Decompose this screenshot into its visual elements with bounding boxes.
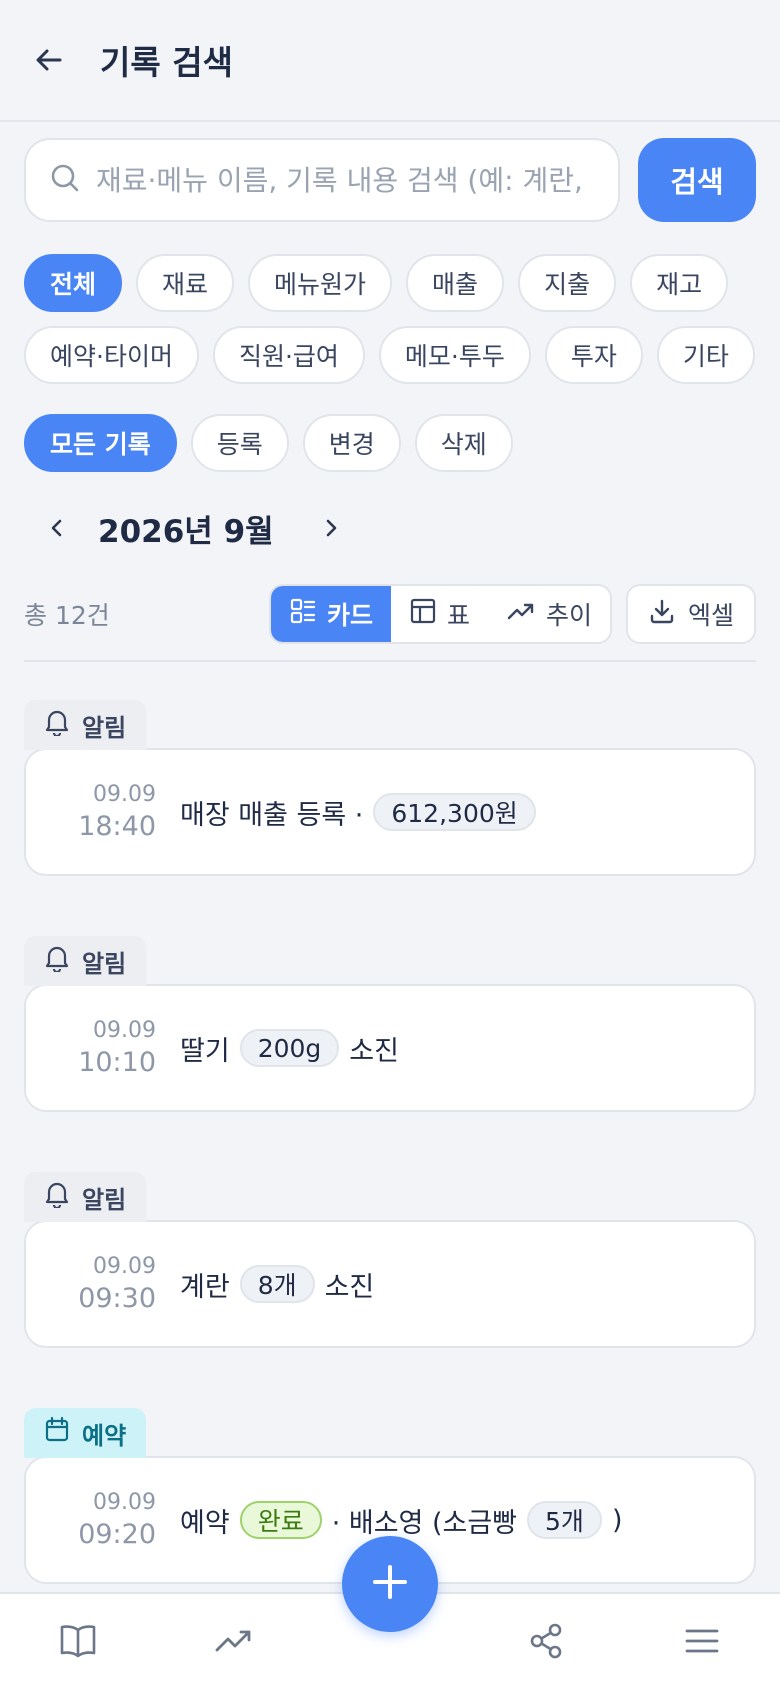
record-text-suffix: 소진 xyxy=(349,1035,399,1067)
month-label: 2026년 9월 xyxy=(98,513,274,550)
category-chip-sales[interactable]: 매출 xyxy=(406,254,505,312)
bell-icon xyxy=(44,944,70,978)
record-date: 09.09 xyxy=(93,782,156,807)
category-chip-expense[interactable]: 지출 xyxy=(518,254,617,312)
category-chip-stock[interactable]: 재고 xyxy=(630,254,729,312)
record-value-pill: 5개 xyxy=(527,1501,602,1539)
view-table-button[interactable]: 표 xyxy=(391,586,488,642)
category-chip-investment[interactable]: 투자 xyxy=(544,326,643,384)
category-chip-memo-todo[interactable]: 메모·투두 xyxy=(378,326,531,384)
record-tag: 알림 xyxy=(24,936,147,986)
category-filters: 전체 재료 메뉴원가 매출 지출 재고 예약·타이머 직원·급여 메모·투두 투… xyxy=(0,254,780,384)
record-value-pill: 200g xyxy=(239,1029,340,1067)
record-time: 09.09 18:40 xyxy=(46,782,156,842)
add-icon xyxy=(370,1562,410,1606)
month-selector: 2026년 9월 xyxy=(0,482,780,554)
record-time: 09.09 09:30 xyxy=(46,1254,156,1314)
record-feed: 알림 09.09 18:40 매장 매출 등록 · 612,300원 알림 09… xyxy=(0,700,780,1584)
record-tag-reservation: 예약 xyxy=(24,1408,147,1458)
bell-icon xyxy=(44,708,70,742)
record-text-suffix: ) xyxy=(611,1504,623,1536)
record-entry: 알림 09.09 18:40 매장 매출 등록 · 612,300원 xyxy=(24,700,756,876)
record-tag-label: 알림 xyxy=(82,1185,127,1214)
share-icon[interactable] xyxy=(516,1611,576,1671)
record-text-suffix: 소진 xyxy=(324,1271,375,1303)
record-text: 딸기 xyxy=(180,1035,230,1067)
search-icon xyxy=(50,163,80,197)
action-chip-all[interactable]: 모든 기록 xyxy=(24,414,177,472)
record-value-pill: 612,300원 xyxy=(373,793,536,831)
calendar-icon xyxy=(44,1416,70,1450)
search-input[interactable] xyxy=(96,163,594,197)
record-tag: 알림 xyxy=(24,1172,147,1222)
record-tag: 알림 xyxy=(24,700,147,750)
record-description: 딸기 200g 소진 xyxy=(180,1029,399,1068)
excel-export-button[interactable]: 엑셀 xyxy=(625,584,756,644)
search-row: 검색 xyxy=(0,122,780,222)
action-chip-delete[interactable]: 삭제 xyxy=(414,414,513,472)
record-date: 09.09 xyxy=(93,1254,156,1279)
app-header: 기록 검색 xyxy=(0,0,780,122)
record-card[interactable]: 09.09 09:30 계란 8개 소진 xyxy=(24,1220,756,1348)
category-chip-all[interactable]: 전체 xyxy=(24,254,123,312)
record-time: 09.09 10:10 xyxy=(46,1018,156,1078)
record-text-mid: · 배소영 (소금빵 xyxy=(331,1507,518,1539)
record-clock: 18:40 xyxy=(78,811,156,842)
action-chip-update[interactable]: 변경 xyxy=(302,414,401,472)
record-description: 예약 완료 · 배소영 (소금빵 5개 ) xyxy=(180,1501,622,1540)
excel-export-label: 엑셀 xyxy=(687,601,734,630)
status-badge: 완료 xyxy=(239,1501,322,1539)
category-chip-other[interactable]: 기타 xyxy=(656,326,755,384)
divider xyxy=(24,660,756,662)
view-trend-label: 추이 xyxy=(545,601,592,630)
record-date: 09.09 xyxy=(93,1018,156,1043)
trend-icon xyxy=(506,597,536,631)
record-tag-label: 알림 xyxy=(82,949,127,978)
record-text: 예약 xyxy=(180,1507,230,1539)
category-chip-menu-cost[interactable]: 메뉴원가 xyxy=(248,254,393,312)
back-arrow-icon[interactable] xyxy=(32,43,66,77)
record-card[interactable]: 09.09 10:10 딸기 200g 소진 xyxy=(24,984,756,1112)
action-filters: 모든 기록 등록 변경 삭제 xyxy=(0,414,780,472)
view-card-label: 카드 xyxy=(326,601,373,630)
record-entry: 알림 09.09 10:10 딸기 200g 소진 xyxy=(24,936,756,1112)
record-clock: 09:20 xyxy=(78,1519,156,1550)
action-chip-create[interactable]: 등록 xyxy=(190,414,289,472)
record-description: 매장 매출 등록 · 612,300원 xyxy=(180,793,536,832)
card-view-icon xyxy=(289,597,317,631)
category-chip-reservation-timer[interactable]: 예약·타이머 xyxy=(24,326,199,384)
add-button[interactable] xyxy=(342,1536,438,1632)
view-trend-button[interactable]: 추이 xyxy=(488,586,610,642)
view-toggle: 카드 표 추이 xyxy=(268,584,612,644)
results-toolbar: 총 12건 카드 표 추이 엑셀 xyxy=(0,584,780,644)
record-text: 계란 xyxy=(180,1271,230,1303)
result-count: 총 12건 xyxy=(24,601,110,630)
search-box[interactable] xyxy=(24,138,620,222)
record-description: 계란 8개 소진 xyxy=(180,1265,374,1304)
book-icon[interactable] xyxy=(48,1611,108,1671)
record-clock: 10:10 xyxy=(78,1047,156,1078)
category-chip-staff-payroll[interactable]: 직원·급여 xyxy=(212,326,365,384)
view-card-button[interactable]: 카드 xyxy=(270,586,391,642)
record-date: 09.09 xyxy=(93,1490,156,1515)
download-icon xyxy=(648,597,676,631)
record-tag-label: 예약 xyxy=(82,1421,127,1450)
bell-icon xyxy=(44,1180,70,1214)
record-tag-label: 알림 xyxy=(82,713,127,742)
record-time: 09.09 09:20 xyxy=(46,1490,156,1550)
record-entry: 알림 09.09 09:30 계란 8개 소진 xyxy=(24,1172,756,1348)
record-text: 매장 매출 등록 · xyxy=(180,799,364,831)
chevron-right-icon[interactable] xyxy=(314,511,348,545)
search-button[interactable]: 검색 xyxy=(638,138,756,222)
page-title: 기록 검색 xyxy=(100,43,233,82)
chevron-left-icon[interactable] xyxy=(40,511,74,545)
record-card[interactable]: 09.09 18:40 매장 매출 등록 · 612,300원 xyxy=(24,748,756,876)
view-table-label: 표 xyxy=(446,601,470,630)
table-icon xyxy=(409,597,437,631)
trend-icon[interactable] xyxy=(204,1611,264,1671)
record-value-pill: 8개 xyxy=(239,1265,315,1303)
category-chip-ingredient[interactable]: 재료 xyxy=(136,254,235,312)
record-clock: 09:30 xyxy=(78,1283,156,1314)
menu-icon[interactable] xyxy=(672,1611,732,1671)
